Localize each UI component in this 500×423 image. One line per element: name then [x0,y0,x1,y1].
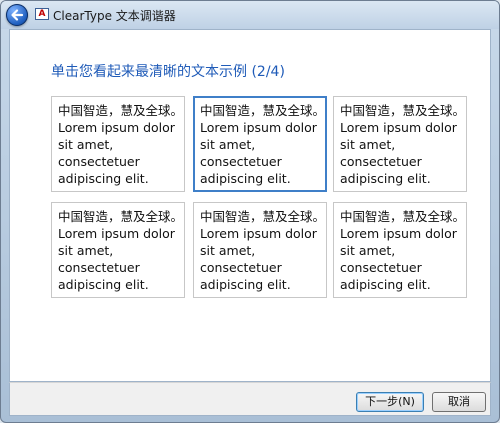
sample-line: Lorem ipsum dolor [200,226,317,241]
cleartype-tuner-window: A ClearType 文本调谐器 单击您看起来最清晰的文本示例 (2/4) 中… [0,0,500,423]
sample-line: 中国智造，慧及全球。 [58,209,184,224]
next-button[interactable]: 下一步(N) [356,392,424,412]
sample-line: 中国智造，慧及全球。 [200,103,326,118]
sample-line: adipiscing elit. [58,171,149,186]
text-sample-4[interactable]: 中国智造，慧及全球。 Lorem ipsum dolor sit amet, c… [51,202,185,298]
sample-line: adipiscing elit. [58,277,149,292]
sample-line: 中国智造，慧及全球。 [340,209,466,224]
sample-line: sit amet, [340,137,396,152]
text-sample-grid: 中国智造，慧及全球。 Lorem ipsum dolor sit amet, c… [51,96,469,300]
sample-line: sit amet, [200,243,256,258]
text-sample-1[interactable]: 中国智造，慧及全球。 Lorem ipsum dolor sit amet, c… [51,96,185,192]
sample-line: Lorem ipsum dolor [200,120,317,135]
sample-line: consectetuer [58,260,140,275]
sample-line: sit amet, [58,137,114,152]
sample-line: adipiscing elit. [200,171,291,186]
sample-line: sit amet, [340,243,396,258]
sample-line: consectetuer [58,154,140,169]
sample-line: 中国智造，慧及全球。 [58,103,184,118]
content-area: 单击您看起来最清晰的文本示例 (2/4) 中国智造，慧及全球。 Lorem ip… [9,29,491,382]
cancel-button[interactable]: 取消 [432,392,486,412]
sample-line: adipiscing elit. [200,277,291,292]
sample-line: consectetuer [200,260,282,275]
cleartype-app-icon: A [35,8,49,20]
page-heading: 单击您看起来最清晰的文本示例 (2/4) [51,64,285,80]
text-sample-3[interactable]: 中国智造，慧及全球。 Lorem ipsum dolor sit amet, c… [333,96,467,192]
text-sample-6[interactable]: 中国智造，慧及全球。 Lorem ipsum dolor sit amet, c… [333,202,467,298]
sample-line: sit amet, [58,243,114,258]
sample-line: Lorem ipsum dolor [58,120,175,135]
button-bar: 下一步(N) 取消 [9,382,491,416]
sample-line: adipiscing elit. [340,277,431,292]
sample-line: consectetuer [340,154,422,169]
window-title: ClearType 文本调谐器 [53,9,176,23]
sample-line: 中国智造，慧及全球。 [340,103,466,118]
text-sample-2-selected[interactable]: 中国智造，慧及全球。 Lorem ipsum dolor sit amet, c… [193,96,327,192]
back-arrow-icon [11,9,24,21]
sample-line: adipiscing elit. [340,171,431,186]
sample-line: Lorem ipsum dolor [340,226,457,241]
sample-line: Lorem ipsum dolor [340,120,457,135]
title-bar[interactable]: A ClearType 文本调谐器 [1,1,499,29]
app-icon-letter: A [38,9,46,19]
sample-line: consectetuer [340,260,422,275]
sample-line: Lorem ipsum dolor [58,226,175,241]
sample-line: 中国智造，慧及全球。 [200,209,326,224]
text-sample-5[interactable]: 中国智造，慧及全球。 Lorem ipsum dolor sit amet, c… [193,202,327,298]
sample-line: sit amet, [200,137,256,152]
back-button[interactable] [6,4,28,26]
sample-line: consectetuer [200,154,282,169]
